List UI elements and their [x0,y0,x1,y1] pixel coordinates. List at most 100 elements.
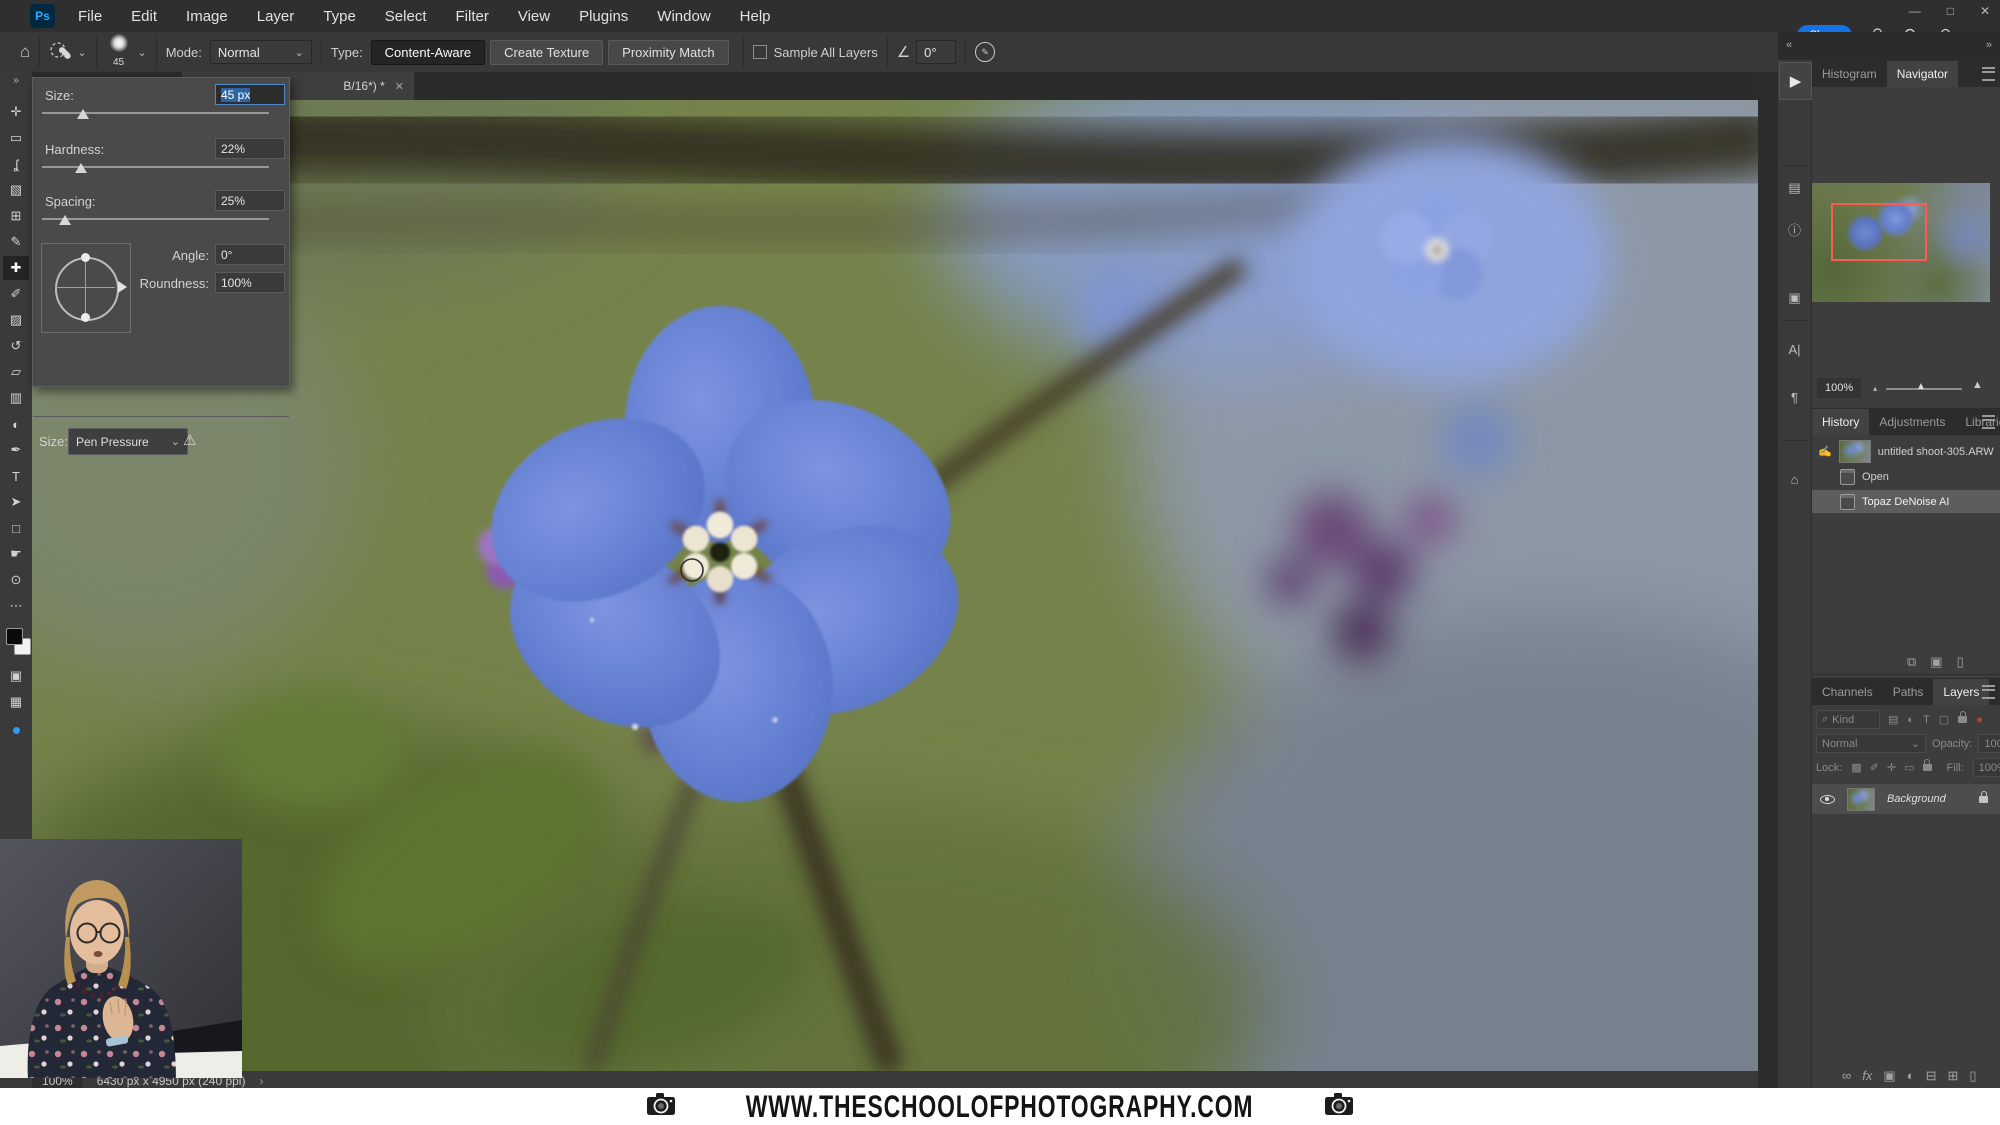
new-group-icon[interactable]: ⊟ [1926,1068,1937,1084]
history-brush-icon[interactable]: ✍ [1818,445,1832,458]
filter-toggle-icon[interactable]: ● [1976,714,1983,726]
screen-mode-icon[interactable]: ▦ [3,690,29,714]
navigator-thumbnail[interactable] [1812,183,1990,302]
menu-view[interactable]: View [518,8,550,25]
angle-dot-bottom[interactable] [81,313,90,322]
type-button-proximity-match[interactable]: Proximity Match [608,40,728,65]
move-tool[interactable]: ✛ [3,100,29,124]
history-item[interactable]: Topaz DeNoise AI [1812,490,2000,513]
panel-menu-icon[interactable] [1982,415,1995,429]
panel-menu-icon[interactable] [1982,685,1995,699]
opacity-input[interactable]: 100% [1978,734,2000,753]
zoom-tool[interactable]: ⊙ [3,568,29,592]
info-panel-icon[interactable]: ⓘ [1778,220,1811,239]
new-snapshot-camera-icon[interactable]: ▣ [1930,654,1942,670]
close-button[interactable]: ✕ [1980,4,1990,18]
menu-image[interactable]: Image [186,8,228,25]
menu-layer[interactable]: Layer [257,8,295,25]
pen-pressure-select[interactable]: Pen Pressure ⌄ [68,428,188,455]
history-brush-tool[interactable]: ↺ [3,334,29,358]
lock-position-icon[interactable]: ✛ [1887,761,1896,774]
object-selection-tool[interactable]: ▧ [3,178,29,202]
fill-input[interactable]: 100% [1973,758,2000,777]
zoom-in-icon[interactable]: ▲ [1972,379,1983,391]
filter-smart-objects-icon[interactable] [1958,716,1967,723]
filter-pixel-layers-icon[interactable]: ▤ [1888,713,1898,726]
layer-filter-search[interactable]: ⌕ Kind [1816,710,1880,729]
layer-effects-icon[interactable]: fx [1862,1068,1872,1084]
roundness-input[interactable]: 100% [215,272,285,293]
lock-transparency-icon[interactable]: ▩ [1851,761,1861,774]
actions-play-icon[interactable]: ▶ [1779,62,1812,100]
tool-preset-chevron-icon[interactable]: ⌄ [77,46,86,59]
type-button-create-texture[interactable]: Create Texture [490,40,603,65]
lasso-tool[interactable]: ʆ [3,152,29,176]
background-layer-row[interactable]: Background [1812,784,2000,814]
shape-tool[interactable]: □ [3,516,29,540]
spacing-input[interactable]: 25% [215,190,285,211]
dodge-tool[interactable]: ◐ [3,412,29,436]
hand-tool[interactable]: ☛ [3,542,29,566]
history-tab-history[interactable]: History [1812,409,1869,435]
canvas-image[interactable] [32,100,1758,1071]
angle-input[interactable]: 0° [916,40,956,64]
layers-tab-channels[interactable]: Channels [1812,679,1883,705]
menu-file[interactable]: File [78,8,102,25]
zoom-out-icon[interactable]: ▴ [1873,384,1877,393]
menu-select[interactable]: Select [385,8,427,25]
angle-dot-top[interactable] [81,253,90,262]
spot-healing-brush-tool[interactable]: ✚ [3,256,29,280]
gradient-tool[interactable]: ▥ [3,386,29,410]
more-tools[interactable]: ⋯ [3,594,29,618]
actions-panel-icon[interactable]: ▤ [1778,180,1811,196]
toolbar-expand-icon[interactable]: » [0,75,32,86]
menu-filter[interactable]: Filter [456,8,489,25]
layer-thumbnail[interactable] [1847,788,1875,811]
brush-angle-widget[interactable] [41,243,131,333]
crop-tool[interactable]: ⊞ [3,204,29,228]
menu-help[interactable]: Help [740,8,771,25]
brush-tool[interactable]: ✐ [3,282,29,306]
spacing-slider-handle[interactable] [59,215,71,225]
clone-source-panel-icon[interactable]: ▣ [1778,290,1811,306]
history-item[interactable]: ✍untitled shoot-305.ARW [1812,440,2000,463]
lock-all-icon[interactable] [1923,764,1932,771]
history-tab-adjustments[interactable]: Adjustments [1869,409,1955,435]
minimize-button[interactable]: — [1909,4,1921,18]
document-close-icon[interactable]: ✕ [395,80,404,93]
adjustment-layer-icon[interactable]: ◐ [1907,1068,1915,1084]
foreground-color-swatch[interactable] [6,628,23,645]
pen-tool[interactable]: ✒ [3,438,29,462]
hardness-slider-handle[interactable] [75,163,87,173]
marquee-tool[interactable]: ▭ [3,126,29,150]
brush-picker-chevron-icon[interactable]: ⌄ [138,46,147,59]
lock-pixels-icon[interactable]: ✐ [1870,761,1879,774]
delete-layer-icon[interactable]: ▯ [1969,1068,1976,1084]
eyedropper-tool[interactable]: ✎ [3,230,29,254]
filter-adjustment-layers-icon[interactable]: ◐ [1907,714,1914,726]
layer-visibility-eye-icon[interactable] [1820,795,1835,804]
spot-healing-brush-icon[interactable] [49,41,71,63]
clone-stamp-tool[interactable]: ▨ [3,308,29,332]
layers-tab-paths[interactable]: Paths [1883,679,1934,705]
quick-mask-mode-icon[interactable]: ▣ [3,664,29,688]
paragraph-panel-icon[interactable]: ¶ [1778,390,1811,405]
menu-plugins[interactable]: Plugins [579,8,628,25]
layer-mask-icon[interactable]: ▣ [1883,1068,1895,1084]
maximize-button[interactable]: □ [1947,4,1954,18]
angle-arrow-icon[interactable] [118,281,127,293]
link-layers-icon[interactable]: ∞ [1842,1068,1851,1084]
mode-select[interactable]: Normal⌄ [210,40,312,64]
menu-type[interactable]: Type [323,8,356,25]
menu-edit[interactable]: Edit [131,8,157,25]
brush-preview[interactable]: 45 [106,34,132,70]
new-layer-icon[interactable]: ⊞ [1947,1068,1958,1084]
layer-lock-icon[interactable] [1979,796,1988,803]
delete-state-trash-icon[interactable]: ▯ [1957,654,1964,670]
sample-all-layers-checkbox[interactable] [753,45,767,59]
size-slider-handle[interactable] [77,109,89,119]
history-item[interactable]: Open [1812,465,2000,488]
layer-name[interactable]: Background [1887,793,1979,805]
blend-mode-select[interactable]: Normal⌄ [1816,734,1926,753]
navigator-zoom-value[interactable]: 100% [1817,378,1861,398]
